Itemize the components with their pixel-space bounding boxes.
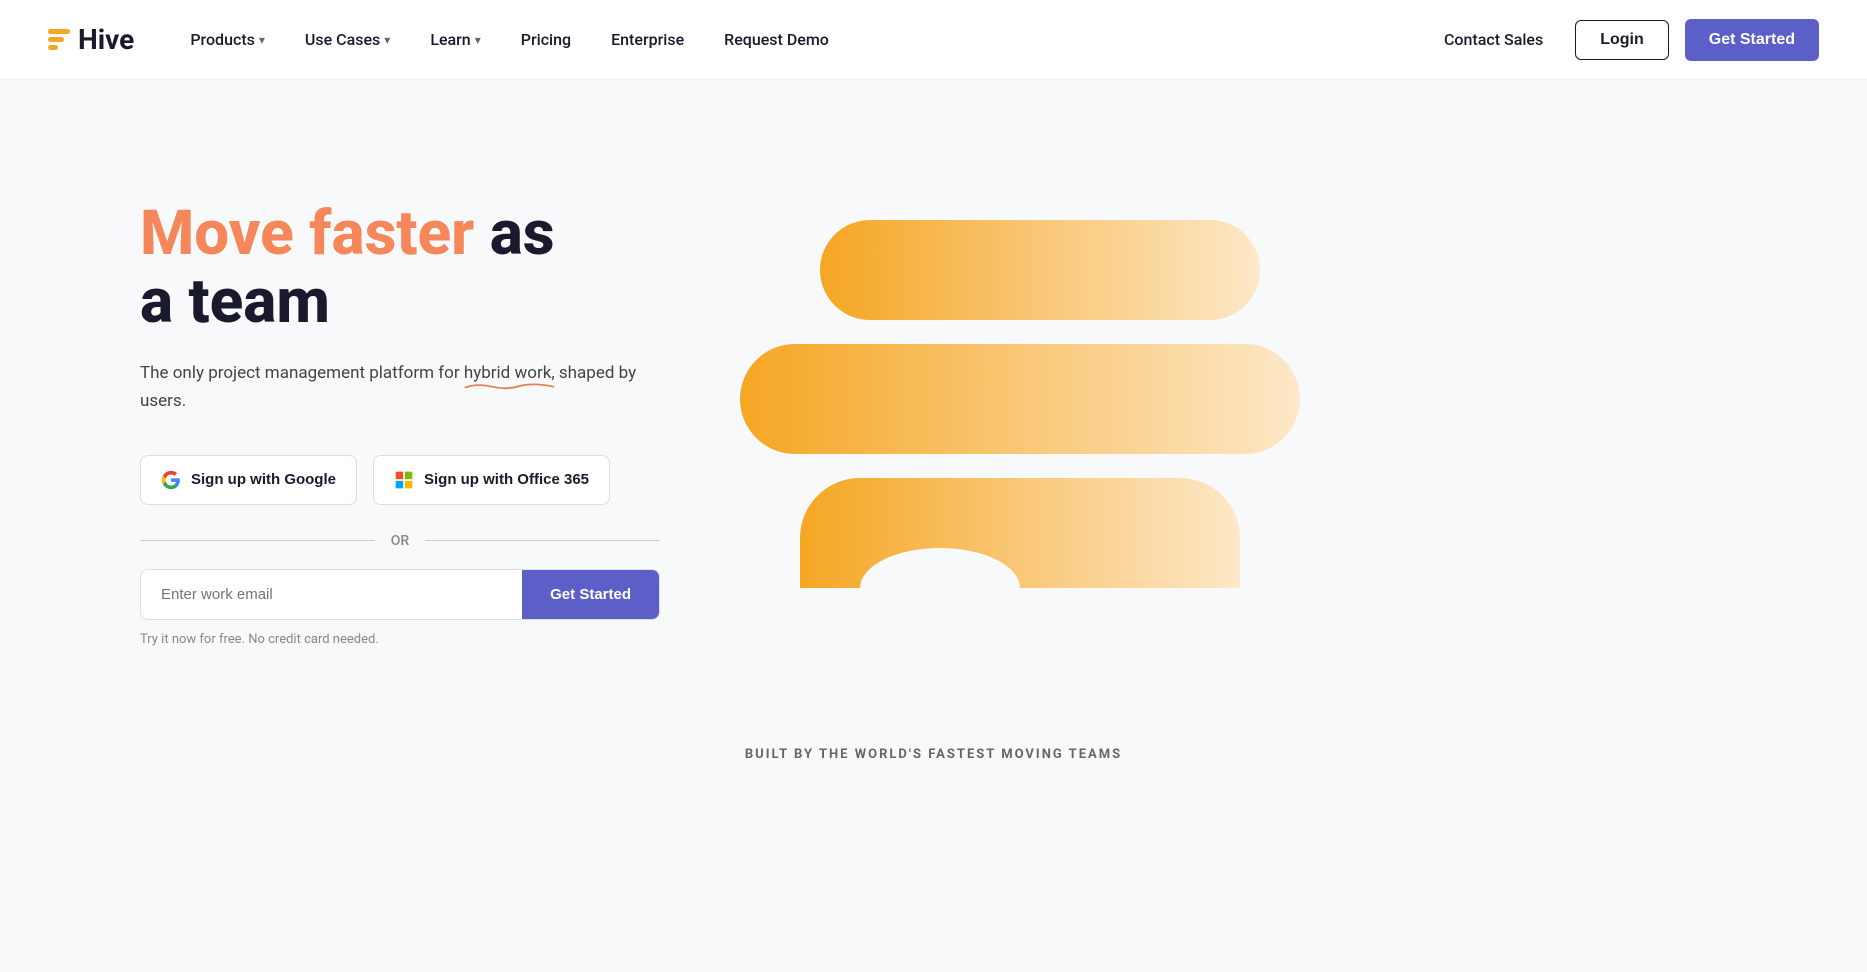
free-trial-text: Try it now for free. No credit card need… [140,632,660,647]
get-started-form-button[interactable]: Get Started [522,570,659,619]
email-input[interactable] [141,570,522,619]
divider-line-right [425,540,660,541]
or-divider: OR [140,533,660,549]
signup-office365-button[interactable]: Sign up with Office 365 [373,455,610,505]
nav-use-cases[interactable]: Use Cases ▾ [289,22,406,57]
logo-icon [48,29,70,50]
logo[interactable]: Hive [48,23,134,56]
hero-title-orange: Move faster [140,197,474,270]
decorative-shape-3-notch [860,548,1020,628]
nav-enterprise[interactable]: Enterprise [595,22,700,57]
google-icon [161,470,181,490]
hero-left: Move faster asa team The only project ma… [140,160,660,647]
logo-bar-3 [48,45,58,50]
nav-links: Products ▾ Use Cases ▾ Learn ▾ Pricing E… [174,22,1428,57]
divider-line-left [140,540,375,541]
chevron-down-icon: ▾ [384,33,390,47]
nav-products[interactable]: Products ▾ [174,22,281,57]
or-text: OR [391,533,409,549]
hybrid-work-text: hybrid work, [464,360,555,387]
logo-bar-2 [48,37,64,42]
decorative-shape-3-container [720,478,1240,588]
logo-bar-1 [48,29,70,34]
nav-pricing[interactable]: Pricing [505,22,587,57]
chevron-down-icon: ▾ [259,33,265,47]
nav-learn[interactable]: Learn ▾ [414,22,496,57]
footer-tagline: BUILT BY THE WORLD'S FASTEST MOVING TEAM… [0,707,1867,782]
hero-title: Move faster asa team [140,200,660,336]
office365-icon [394,470,414,490]
contact-sales-link[interactable]: Contact Sales [1428,22,1559,57]
decorative-shape-2 [740,344,1300,454]
main-content: Move faster asa team The only project ma… [0,80,1867,707]
email-form: Get Started [140,569,660,620]
logo-text: Hive [78,23,134,56]
decorative-shape-1 [820,220,1260,320]
navigation: Hive Products ▾ Use Cases ▾ Learn ▾ Pric… [0,0,1867,80]
signup-google-button[interactable]: Sign up with Google [140,455,357,505]
hybrid-underline-svg [464,380,555,392]
login-button[interactable]: Login [1575,20,1669,60]
hero-subtitle: The only project management platform for… [140,360,660,414]
signup-buttons: Sign up with Google Sign up with Office … [140,455,660,505]
chevron-down-icon: ▾ [475,33,481,47]
nav-actions: Contact Sales Login Get Started [1428,19,1819,61]
hero-right [720,160,1819,588]
nav-request-demo[interactable]: Request Demo [708,22,845,57]
get-started-nav-button[interactable]: Get Started [1685,19,1819,61]
